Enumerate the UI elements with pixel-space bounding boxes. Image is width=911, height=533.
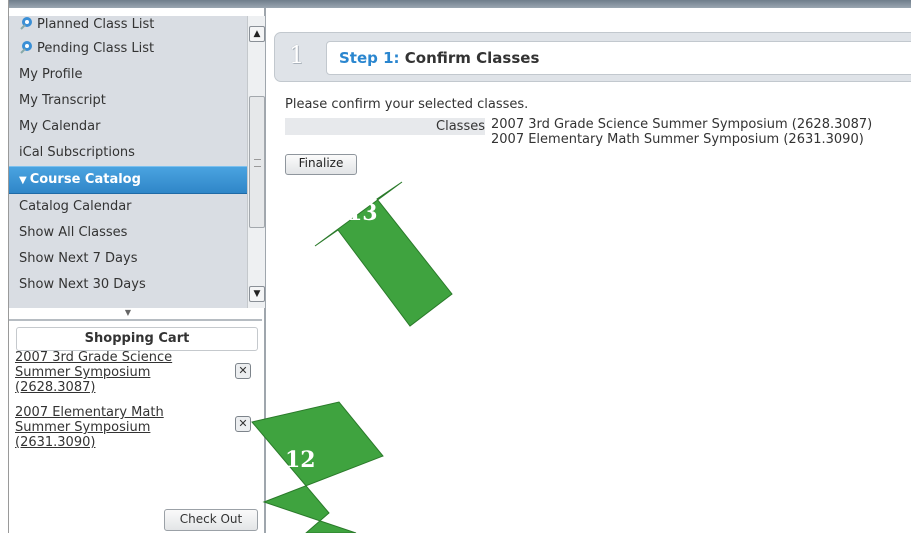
sidebar-item-pending-class-list[interactable]: Pending Class List: [9, 36, 247, 62]
cart-item-line: Summer Symposium: [15, 365, 151, 380]
step-lead: Step 1:: [339, 49, 400, 67]
sidebar: Planned Class List Pending Class List My…: [9, 8, 266, 533]
cart-item-link[interactable]: 2007 3rd Grade Science Summer Symposium …: [15, 350, 205, 395]
scrollbar-thumb[interactable]: [249, 96, 265, 228]
finalize-button[interactable]: Finalize: [285, 154, 357, 175]
pin-icon: [20, 17, 32, 30]
grip-icon: [254, 159, 261, 167]
sidebar-item-my-profile[interactable]: My Profile: [9, 62, 247, 88]
cart-item-line: 2007 Elementary Math: [15, 405, 164, 420]
cart-item-line: (2631.3090): [15, 435, 96, 450]
cart-item-line: 2007 3rd Grade Science: [15, 350, 173, 365]
close-icon: ✕: [238, 417, 248, 430]
sidebar-item-label: Show All Classes: [19, 225, 128, 240]
step-title-text: Confirm Classes: [404, 49, 540, 67]
sidebar-item-planned-class-list[interactable]: Planned Class List: [9, 16, 247, 36]
check-out-button[interactable]: Check Out: [164, 509, 258, 531]
sidebar-item-show-all-classes[interactable]: Show All Classes: [9, 220, 247, 246]
remove-item-button[interactable]: ✕: [235, 363, 251, 379]
scroll-down-button[interactable]: ▼: [249, 286, 265, 302]
window-top-strip: [0, 0, 911, 8]
cart-item-line: (2628.3087): [15, 380, 96, 395]
confirm-instructions: Please confirm your selected classes.: [285, 97, 529, 112]
sidebar-item-show-next-7-days[interactable]: Show Next 7 Days: [9, 246, 247, 272]
step-title-box: Step 1: Confirm Classes: [326, 41, 911, 75]
pin-icon: [20, 41, 32, 54]
cart-item-link[interactable]: 2007 Elementary Math Summer Symposium (2…: [15, 405, 205, 450]
sidebar-item-label: iCal Subscriptions: [19, 145, 135, 160]
remove-item-button[interactable]: ✕: [235, 416, 251, 432]
cart-item-line: Summer Symposium: [15, 420, 151, 435]
main-content: 1 Step 1: Confirm Classes Please confirm…: [271, 8, 911, 533]
sidebar-item-label: Show Next 30 Days: [19, 277, 146, 292]
sidebar-item-label: Pending Class List: [37, 41, 155, 56]
sidebar-item-ical-subscriptions[interactable]: iCal Subscriptions: [9, 140, 247, 166]
selected-class: 2007 3rd Grade Science Summer Symposium …: [491, 117, 873, 132]
page-title: Step 1: Confirm Classes: [339, 49, 539, 67]
collapse-arrow-icon[interactable]: ▼: [9, 308, 247, 318]
classes-label: Classes: [285, 118, 485, 135]
sidebar-item-my-transcript[interactable]: My Transcript: [9, 88, 247, 114]
sidebar-item-catalog-calendar[interactable]: Catalog Calendar: [9, 194, 247, 220]
close-icon: ✕: [238, 364, 248, 377]
sidebar-item-label: My Profile: [19, 67, 83, 82]
step-number: 1: [289, 41, 305, 69]
sidebar-item-show-next-30-days[interactable]: Show Next 30 Days: [9, 272, 247, 298]
selected-class: 2007 Elementary Math Summer Symposium (2…: [491, 132, 864, 147]
sidebar-item-my-calendar[interactable]: My Calendar: [9, 114, 247, 140]
sidebar-item-course-catalog[interactable]: ▼ Course Catalog: [9, 166, 247, 194]
sidebar-item-label: Catalog Calendar: [19, 199, 132, 214]
left-frame-edge: [0, 0, 9, 533]
sidebar-item-label: Planned Class List: [37, 17, 155, 32]
sidebar-item-label: Show Next 7 Days: [19, 251, 138, 266]
step-header: 1 Step 1: Confirm Classes: [274, 32, 911, 82]
sidebar-item-label: My Transcript: [19, 93, 106, 108]
sidebar-scrollbar[interactable]: ▲ ▼: [247, 16, 265, 308]
scroll-up-button[interactable]: ▲: [249, 26, 265, 42]
shopping-cart-title: Shopping Cart: [16, 327, 258, 351]
sidebar-nav: Planned Class List Pending Class List My…: [9, 16, 247, 308]
sidebar-item-label: My Calendar: [19, 119, 101, 134]
sidebar-item-label: Course Catalog: [29, 172, 141, 187]
triangle-down-icon: ▼: [19, 175, 27, 186]
divider: [9, 319, 262, 321]
